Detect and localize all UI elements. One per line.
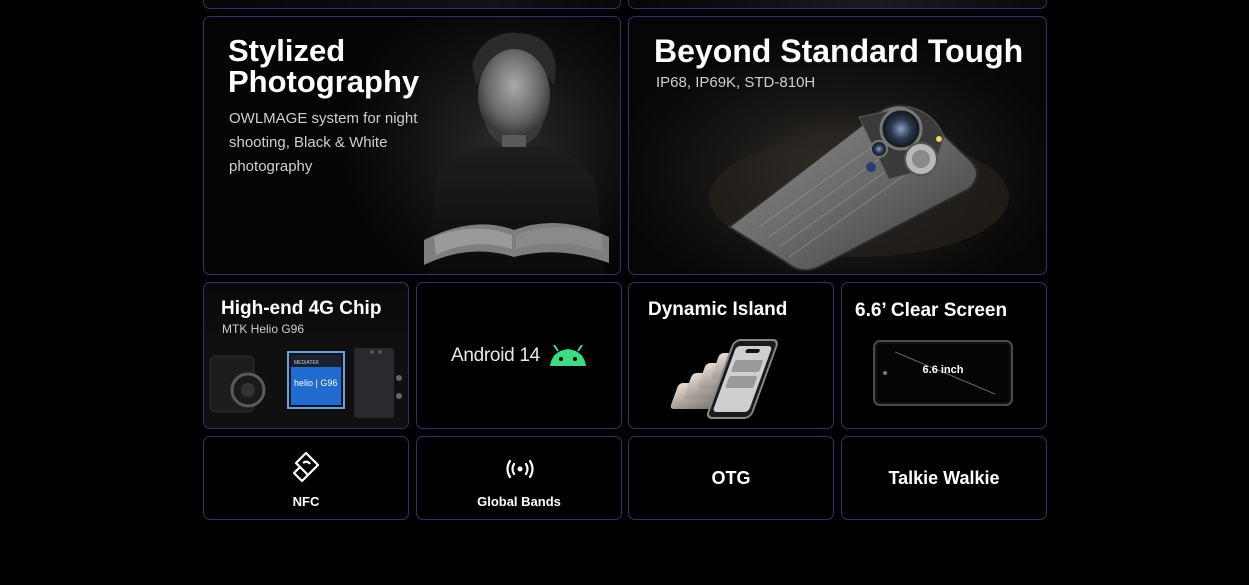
talkie-walkie-label: Talkie Walkie — [888, 468, 1000, 488]
partial-feature-card-left — [203, 0, 621, 9]
chip-brand-text: MEDIATEK — [294, 360, 320, 366]
dynamic-island-title: Dynamic Island — [648, 299, 788, 320]
feature-card-talkie-walkie: Talkie Walkie — [841, 436, 1047, 520]
feature-card-nfc: NFC — [203, 436, 409, 520]
feature-card-screen: 6.6’ Clear Screen 6.6 inch — [841, 282, 1047, 429]
nfc-icon — [292, 451, 320, 483]
photography-title: Stylized Photography — [228, 33, 420, 99]
feature-card-otg: OTG — [628, 436, 834, 520]
screen-title: 6.6’ Clear Screen — [855, 300, 1008, 321]
feature-card-dynamic-island: Dynamic Island — [628, 282, 834, 429]
rugged-title: Beyond Standard Tough — [654, 33, 1024, 69]
screen-size-label: 6.6 inch — [922, 364, 964, 376]
rugged-phone-image — [709, 104, 1009, 272]
otg-label: OTG — [711, 468, 751, 488]
chip-title: High-end 4G Chip — [221, 298, 382, 319]
global-bands-label: Global Bands — [477, 494, 561, 509]
photography-description: OWLMAGE system for night shooting, Black… — [229, 110, 418, 175]
feature-card-global-bands: Global Bands — [416, 436, 622, 520]
feature-card-photography: Stylized Photography OWLMAGE system for … — [203, 16, 621, 275]
partial-feature-card-right — [628, 0, 1047, 9]
signal-broadcast-icon — [506, 459, 534, 479]
nfc-label: NFC — [292, 494, 320, 509]
chipset-image: MEDIATEK helio | G96 — [204, 338, 408, 428]
feature-card-android: Android 14 — [416, 282, 622, 429]
feature-card-chip: MEDIATEK helio | G96 High-end 4G Chip MT… — [203, 282, 409, 429]
rugged-ratings: IP68, IP69K, STD-810H — [656, 74, 816, 91]
android-logo-icon — [549, 345, 586, 366]
dynamic-island-phones-image — [670, 339, 778, 419]
feature-card-rugged: Beyond Standard Tough IP68, IP69K, STD-8… — [628, 16, 1047, 275]
chip-model: MTK Helio G96 — [222, 322, 305, 336]
screen-phone-image: 6.6 inch — [873, 340, 1013, 406]
chip-model-text: helio | G96 — [294, 378, 337, 388]
android-version-label: Android 14 — [451, 345, 540, 366]
